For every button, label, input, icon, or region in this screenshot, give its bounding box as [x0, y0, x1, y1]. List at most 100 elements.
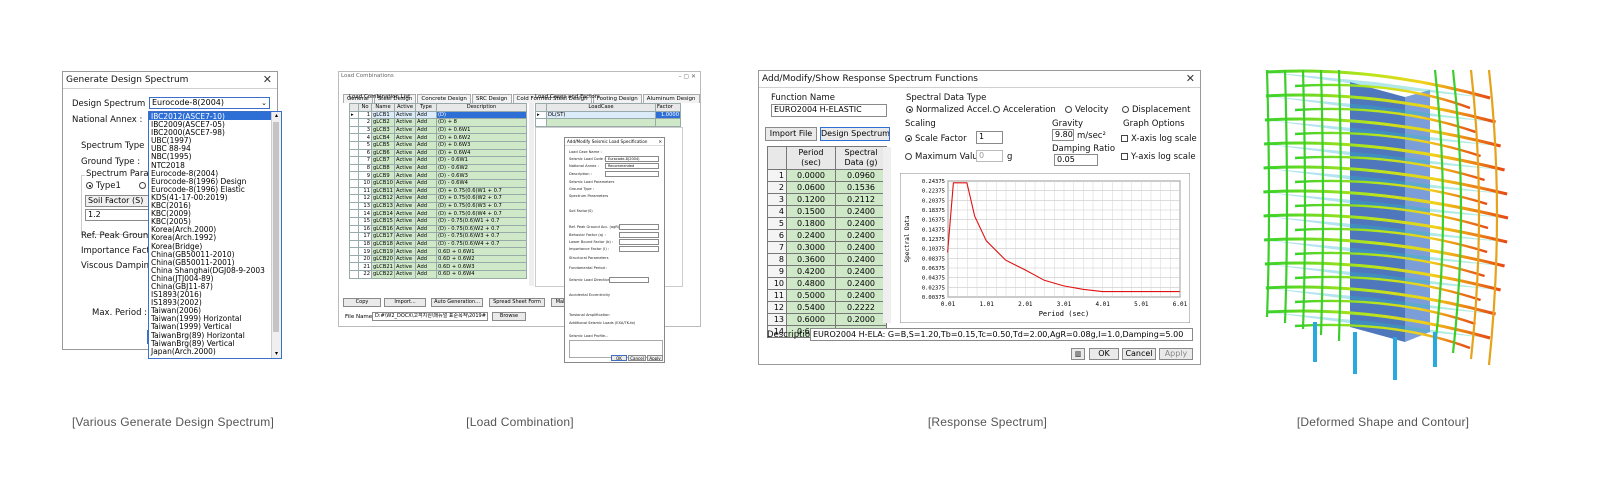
lc-cell[interactable]: gLCB9	[371, 171, 395, 180]
lc-cell[interactable]: gLCB18	[371, 239, 395, 249]
load-combination-table[interactable]: No Name Active Type Description ▸ 1 gLCB1 Active…	[349, 103, 527, 279]
table-row[interactable]: 5 gLCB5 Active Add (D) + 0.6W3	[349, 140, 527, 150]
lc-cell[interactable]: Add	[415, 133, 437, 142]
table-row[interactable]: 12 0.5400 0.2222	[767, 301, 887, 314]
table-row[interactable]: 17 gLCB17 Active Add (D) - 0.75(0.6)W3 + 0.7	[349, 232, 527, 241]
function-name-input[interactable]: EURO2004 H-ELASTIC	[771, 104, 887, 117]
spectral-cell[interactable]: 0.2400	[835, 277, 887, 290]
lc-cell[interactable]: Add	[415, 270, 437, 279]
seismic-input[interactable]	[619, 246, 659, 252]
lc-cell[interactable]: Active	[394, 216, 416, 226]
tab-3[interactable]: SRC Design	[471, 94, 512, 103]
seismic-cancel-button[interactable]: Cancel	[628, 355, 646, 361]
max-value-radio[interactable]: Maximum Value	[905, 152, 983, 162]
lc-cell[interactable]: Add	[415, 194, 437, 203]
period-cell[interactable]: 0.3600	[786, 253, 836, 266]
design-spectrum-button[interactable]: Design Spectrum	[820, 127, 890, 141]
lc-cell[interactable]: (D) + 0.75(0.6)W4 + 0.7	[436, 209, 527, 218]
lc-cell[interactable]: Add	[415, 247, 437, 256]
lc-cell[interactable]: 8	[358, 163, 372, 173]
lc-cell[interactable]: 13	[358, 201, 372, 211]
lc-cell[interactable]: Add	[415, 232, 437, 241]
lc-cell[interactable]: 1	[358, 110, 372, 120]
lc-cell[interactable]: Active	[394, 194, 416, 203]
table-row[interactable]: 22 gLCB22 Active Add 0.6D + 0.6W4	[349, 270, 527, 279]
lc-cell[interactable]: Active	[394, 239, 416, 249]
table-row[interactable]: 9 0.4200 0.2400	[767, 265, 887, 278]
seismic-apply-button[interactable]: Apply	[647, 355, 663, 361]
table-row[interactable]: 20 gLCB20 Active Add 0.6D + 0.6W2	[349, 254, 527, 264]
table-row[interactable]: 7 0.3000 0.2400	[767, 241, 887, 254]
lc-button-1[interactable]: Import...	[384, 298, 426, 307]
lc-cell[interactable]: gLCB22	[371, 270, 395, 279]
lc-cell[interactable]: 14	[358, 209, 372, 218]
lc-cell[interactable]: gLCB7	[371, 156, 395, 165]
period-cell[interactable]: 0.1500	[786, 205, 836, 218]
lc-cell[interactable]: 22	[358, 270, 372, 279]
lc-cell[interactable]: (D) + 0.6W3	[436, 140, 527, 150]
spectrum-data-table[interactable]: Period (sec) Spectral Data (g) 1 0.0000 0.09…	[767, 146, 887, 338]
lc-cell[interactable]: gLCB19	[371, 247, 395, 256]
lc-cell[interactable]: (D) - 0.6W2	[436, 163, 527, 173]
tab-5[interactable]: Footing Design	[592, 94, 642, 103]
lc-cell[interactable]: 7	[358, 156, 372, 165]
lc-cell[interactable]: 0.6D + 0.6W1	[436, 247, 527, 256]
rs-cancel-button[interactable]: Cancel	[1122, 348, 1156, 360]
lc-cell[interactable]: gLCB1	[371, 110, 395, 120]
window-controls-icon[interactable]: – ▢ ✕	[678, 72, 696, 81]
loadcase-cell[interactable]: DL(ST)	[546, 110, 656, 120]
lc-cell[interactable]: 2	[358, 118, 372, 127]
lc-cell[interactable]: 5	[358, 140, 372, 150]
lc-cell[interactable]: 20	[358, 254, 372, 264]
table-row[interactable]: 5 0.1800 0.2400	[767, 217, 887, 230]
period-cell[interactable]: 0.3000	[786, 241, 836, 254]
lc-cell[interactable]: Add	[415, 216, 437, 226]
period-cell[interactable]: 0.0600	[786, 181, 836, 194]
seismic-input[interactable]	[609, 277, 649, 283]
table-row[interactable]: 8 gLCB8 Active Add (D) - 0.6W2	[349, 163, 527, 173]
spectral-type-radio[interactable]: Acceleration	[993, 105, 1056, 115]
lc-cell[interactable]: Add	[415, 239, 437, 249]
spectral-type-radio[interactable]: Velocity	[1065, 105, 1108, 115]
period-cell[interactable]: 0.1800	[786, 217, 836, 230]
lc-cell[interactable]: 11	[358, 186, 372, 196]
table-row[interactable]: 6 0.2400 0.2400	[767, 229, 887, 242]
seismic-input[interactable]	[619, 232, 659, 238]
scale-factor-input[interactable]: 1	[976, 131, 1003, 144]
lc-cell[interactable]: gLCB21	[371, 262, 395, 272]
lc-cell[interactable]: gLCB11	[371, 186, 395, 196]
lc-cell[interactable]: Active	[394, 118, 416, 127]
close-icon[interactable]: ✕	[263, 72, 272, 88]
table-row[interactable]: 4 0.1500 0.2400	[767, 205, 887, 218]
load-cases-table[interactable]: LoadCase Factor ▸ DL(ST) 1.0000	[535, 103, 681, 127]
table-row[interactable]: 16 gLCB16 Active Add (D) - 0.75(0.6)W2 + 0.7	[349, 224, 527, 234]
tab-6[interactable]: Aluminum Design	[642, 94, 700, 103]
lc-cell[interactable]: (D) - 0.75(0.6)W1 + 0.7	[436, 216, 527, 226]
spectral-type-radio[interactable]: Displacement	[1122, 105, 1190, 115]
lc-cell[interactable]: (D) + 0.6W1	[436, 125, 527, 135]
table-row[interactable]: 14 gLCB14 Active Add (D) + 0.75(0.6)W4 + 0.7	[349, 209, 527, 218]
spectral-cell[interactable]: 0.2400	[835, 205, 887, 218]
lc-cell[interactable]: Add	[415, 171, 437, 180]
gravity-input[interactable]: 9.806	[1052, 129, 1074, 141]
lc-cell[interactable]: (D) + 8	[436, 118, 527, 127]
lc-cell[interactable]: (D) - 0.6W4	[436, 178, 527, 188]
close-icon[interactable]: ✕	[658, 138, 662, 145]
table-row[interactable]: 21 gLCB21 Active Add 0.6D + 0.6W3	[349, 262, 527, 272]
lc-cell[interactable]: Active	[394, 209, 416, 218]
lc-cell[interactable]: Active	[394, 201, 416, 211]
spectral-cell[interactable]: 0.2222	[835, 301, 887, 314]
scale-factor-radio[interactable]: Scale Factor	[905, 134, 967, 144]
table-row[interactable]: 1 0.0000 0.0960	[767, 169, 887, 182]
lc-cell[interactable]: gLCB2	[371, 118, 395, 127]
lc-cell[interactable]: gLCB20	[371, 254, 395, 264]
scroll-down-icon[interactable]: ▾	[272, 350, 281, 358]
spectral-cell[interactable]: 0.2400	[835, 217, 887, 230]
seismic-input[interactable]	[605, 171, 659, 177]
table-row[interactable]: 4 gLCB4 Active Add (D) + 0.6W2	[349, 133, 527, 142]
period-cell[interactable]: 0.4800	[786, 277, 836, 290]
lc-cell[interactable]: Active	[394, 232, 416, 241]
lc-cell[interactable]: Add	[415, 262, 437, 272]
period-cell[interactable]: 0.5000	[786, 289, 836, 302]
lc-cell[interactable]: Add	[415, 110, 437, 120]
